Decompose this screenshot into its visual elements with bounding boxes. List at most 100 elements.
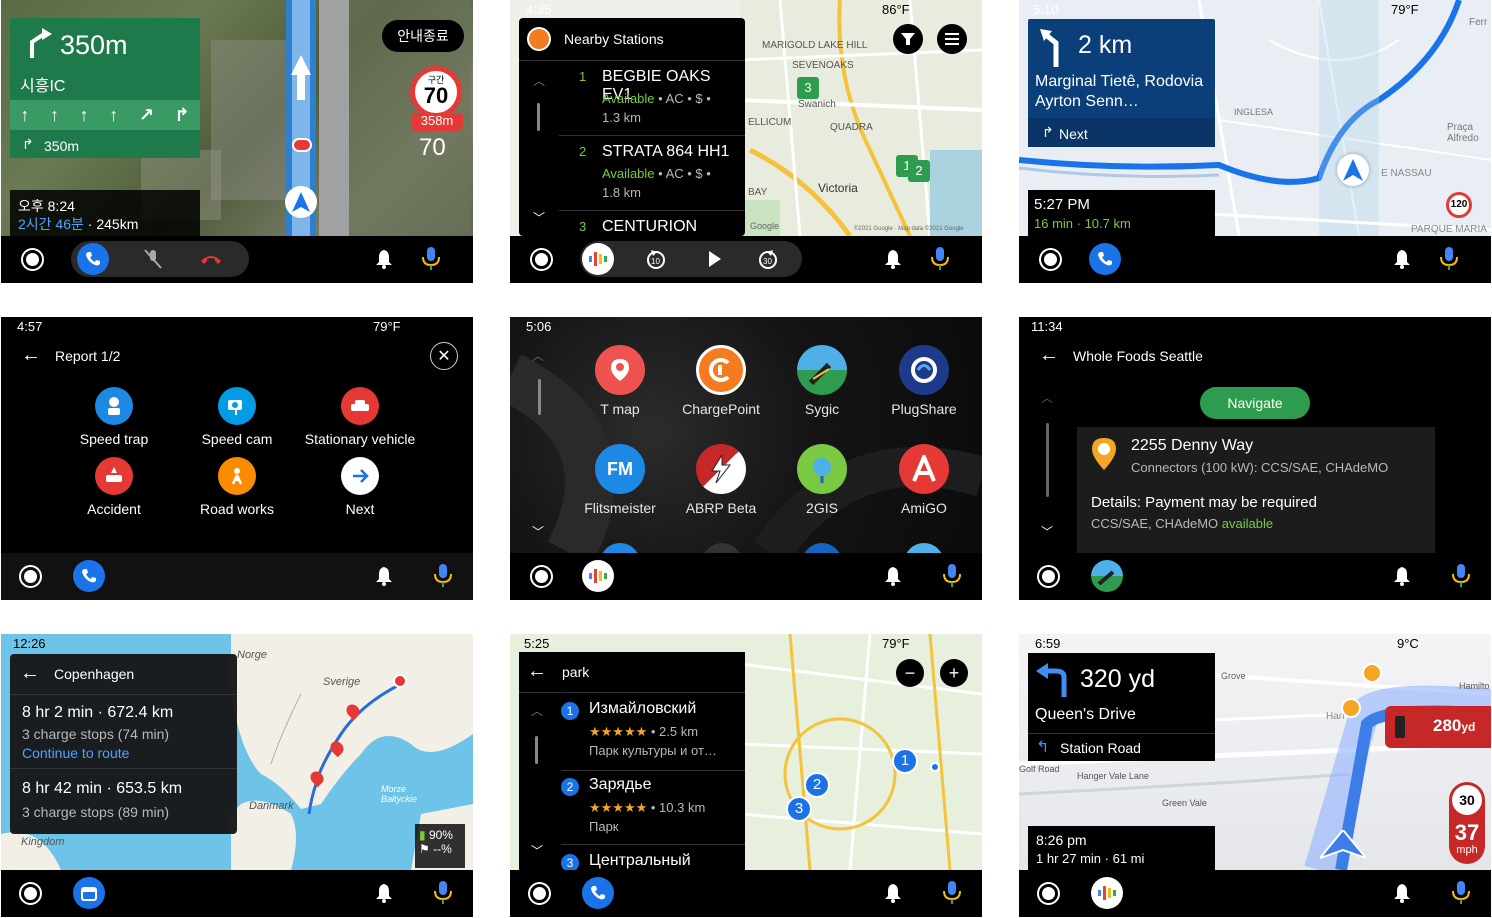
phone-icon[interactable] bbox=[1089, 243, 1121, 275]
phone-icon[interactable] bbox=[582, 877, 614, 909]
mic-icon[interactable] bbox=[1451, 880, 1471, 906]
report-next[interactable]: Next bbox=[295, 457, 425, 517]
report-speed-trap[interactable]: Speed trap bbox=[49, 387, 179, 447]
app-tmap[interactable]: T map bbox=[570, 345, 670, 417]
home-button[interactable] bbox=[530, 248, 553, 271]
result-item[interactable]: 1 Измайловский ★★★★★ • 2.5 km Парк культ… bbox=[561, 698, 745, 768]
status-time: 5:25 bbox=[524, 636, 550, 651]
station-item[interactable]: 1 BEGBIE OAKS EV1 Available • AC • $ • 1… bbox=[559, 66, 745, 136]
bell-icon[interactable] bbox=[1391, 882, 1413, 904]
bell-icon[interactable] bbox=[1391, 565, 1413, 587]
app-flitsmeister[interactable]: FM Flitsmeister bbox=[570, 444, 670, 516]
maneuver-road: 시흥IC bbox=[20, 78, 66, 95]
phone-icon[interactable] bbox=[77, 243, 109, 275]
report-accident[interactable]: Accident bbox=[49, 457, 179, 517]
home-button[interactable] bbox=[21, 248, 44, 271]
bell-icon[interactable] bbox=[882, 565, 904, 587]
scrollbar[interactable] bbox=[538, 379, 541, 415]
close-button[interactable]: ✕ bbox=[430, 342, 458, 370]
result-item[interactable]: 2 Зарядье ★★★★★ • 10.3 km Парк bbox=[561, 774, 745, 844]
calendar-icon[interactable] bbox=[73, 877, 105, 909]
home-button[interactable] bbox=[19, 882, 42, 905]
assistant-icon[interactable] bbox=[1091, 877, 1123, 909]
station-item[interactable]: 3 CENTURION bbox=[559, 216, 745, 236]
app-2gis[interactable]: 2GIS bbox=[772, 444, 872, 516]
phone-icon[interactable] bbox=[73, 560, 105, 592]
filter-button[interactable] bbox=[893, 24, 923, 54]
app-amigo[interactable]: AmiGO bbox=[874, 444, 974, 516]
assistant-icon[interactable] bbox=[582, 243, 614, 275]
zoom-out-button[interactable]: − bbox=[896, 659, 924, 687]
route-option-2[interactable]: 8 hr 42 min · 653.5 km 3 charge stops (8… bbox=[10, 770, 237, 834]
scroll-up-icon[interactable]: ︿ bbox=[532, 347, 544, 364]
station-item[interactable]: 2 STRATA 864 HH1 Available • AC • $ • 1.… bbox=[559, 141, 745, 211]
bell-icon[interactable] bbox=[373, 248, 395, 270]
rewind-icon[interactable]: 10 bbox=[640, 243, 672, 275]
list-button[interactable] bbox=[937, 24, 967, 54]
mic-icon[interactable] bbox=[942, 563, 962, 589]
report-speed-cam[interactable]: Speed cam bbox=[172, 387, 302, 447]
mic-icon[interactable] bbox=[930, 246, 950, 272]
bell-icon[interactable] bbox=[1391, 248, 1413, 270]
mic-icon[interactable] bbox=[433, 563, 453, 589]
station-marker[interactable]: 2 bbox=[908, 160, 930, 182]
bell-icon[interactable] bbox=[373, 882, 395, 904]
hang-up-icon[interactable] bbox=[195, 243, 227, 275]
result-marker[interactable]: 1 bbox=[892, 748, 918, 774]
home-button[interactable] bbox=[530, 565, 553, 588]
play-icon[interactable] bbox=[698, 243, 730, 275]
home-button[interactable] bbox=[1037, 565, 1060, 588]
scroll-down-icon[interactable]: ﹀ bbox=[1041, 523, 1053, 540]
scroll-down-icon[interactable]: ﹀ bbox=[531, 842, 543, 859]
sygic-icon[interactable] bbox=[1091, 560, 1123, 592]
station-marker[interactable]: 3 bbox=[797, 77, 819, 99]
app-sygic[interactable]: Sygic bbox=[772, 345, 872, 417]
map-label: Praça Alfredo bbox=[1447, 122, 1479, 144]
report-stationary-vehicle[interactable]: Stationary vehicle bbox=[295, 387, 425, 447]
home-button[interactable] bbox=[528, 882, 551, 905]
screen-report: 4:57 79°F ← Report 1/2 ✕ Speed trap Spee… bbox=[1, 317, 473, 600]
scrollbar[interactable] bbox=[537, 103, 540, 131]
maneuver-card: 2 km Marginal Tietê, Rodovia Ayrton Senn… bbox=[1028, 19, 1215, 147]
mic-icon[interactable] bbox=[1451, 563, 1471, 589]
maneuver-road: Queen's Drive bbox=[1035, 706, 1136, 723]
mic-icon[interactable] bbox=[1439, 246, 1459, 272]
home-button[interactable] bbox=[1039, 248, 1062, 271]
app-plugshare[interactable]: PlugShare bbox=[874, 345, 974, 417]
report-road-works[interactable]: Road works bbox=[172, 457, 302, 517]
end-guidance-button[interactable]: 안내종료 bbox=[382, 20, 464, 52]
assistant-icon[interactable] bbox=[582, 560, 614, 592]
navigate-button[interactable]: Navigate bbox=[1200, 387, 1310, 419]
mute-mic-icon[interactable] bbox=[137, 243, 169, 275]
route-option-1[interactable]: 8 hr 2 min · 672.4 km 3 charge stops (74… bbox=[10, 696, 237, 768]
bell-icon[interactable] bbox=[882, 248, 904, 270]
back-arrow-icon[interactable]: ← bbox=[527, 660, 547, 683]
result-marker[interactable]: 2 bbox=[804, 772, 830, 798]
destination-marker[interactable] bbox=[393, 674, 407, 688]
scroll-down-icon[interactable]: ﹀ bbox=[532, 523, 544, 540]
forward-icon[interactable]: 30 bbox=[752, 243, 784, 275]
zoom-in-button[interactable]: + bbox=[940, 659, 968, 687]
app-abrp-beta[interactable]: ABRP Beta bbox=[671, 444, 771, 516]
bell-icon[interactable] bbox=[373, 565, 395, 587]
continue-link[interactable]: Continue to route bbox=[22, 745, 129, 761]
mic-icon[interactable] bbox=[433, 880, 453, 906]
scroll-down-icon[interactable]: ﹀ bbox=[533, 209, 545, 226]
scrollbar[interactable] bbox=[535, 736, 538, 764]
mic-icon[interactable] bbox=[421, 246, 441, 272]
back-arrow-icon[interactable]: ← bbox=[20, 662, 40, 685]
scrollbar[interactable] bbox=[1046, 423, 1049, 497]
home-button[interactable] bbox=[19, 565, 42, 588]
back-arrow-icon[interactable]: ← bbox=[21, 344, 41, 367]
result-item[interactable]: 3 Центральный bbox=[561, 850, 745, 872]
home-button[interactable] bbox=[1037, 882, 1060, 905]
scroll-up-icon[interactable]: ︿ bbox=[533, 72, 545, 89]
scroll-up-icon[interactable]: ︿ bbox=[531, 702, 543, 719]
bell-icon[interactable] bbox=[882, 882, 904, 904]
mic-icon[interactable] bbox=[942, 880, 962, 906]
flitsmeister-icon: FM bbox=[595, 444, 645, 494]
app-chargepoint[interactable]: ChargePoint bbox=[671, 345, 771, 417]
result-marker[interactable]: 3 bbox=[786, 796, 812, 822]
scroll-up-icon[interactable]: ︿ bbox=[1041, 389, 1053, 406]
back-arrow-icon[interactable]: ← bbox=[1039, 344, 1059, 367]
